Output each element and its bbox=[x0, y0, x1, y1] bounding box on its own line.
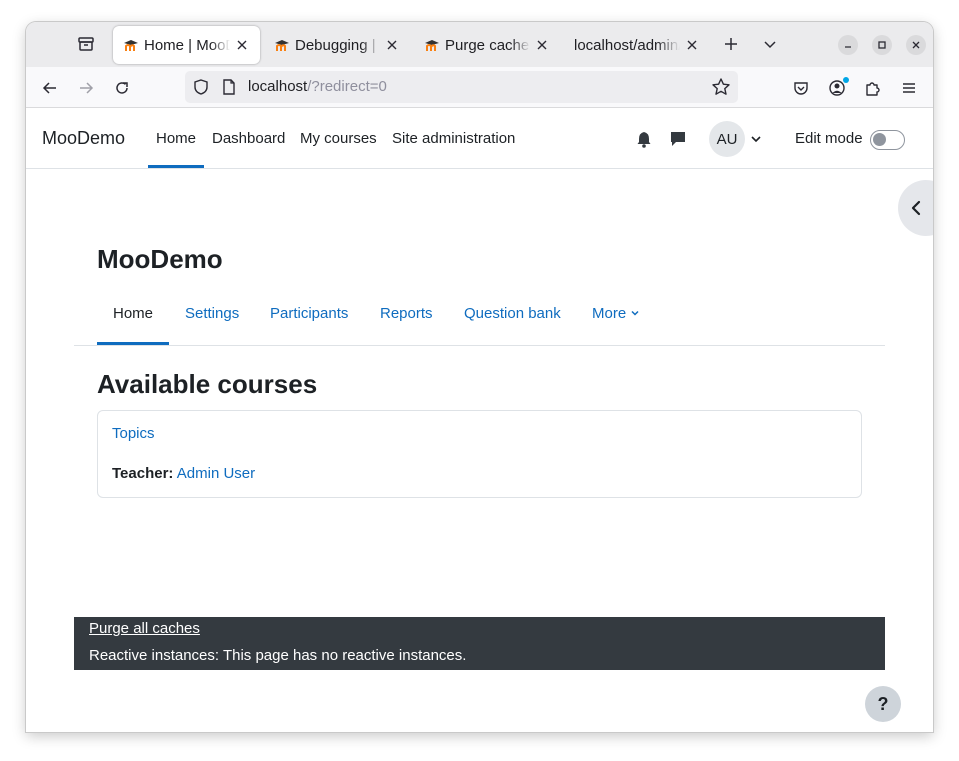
purge-all-caches-link[interactable]: Purge all caches bbox=[89, 620, 200, 637]
hamburger-menu-icon[interactable] bbox=[898, 77, 920, 99]
active-nav-indicator bbox=[148, 165, 204, 168]
teacher-label: Teacher: bbox=[112, 465, 174, 482]
notification-bell-icon[interactable] bbox=[635, 130, 653, 148]
url-path: /?redirect=0 bbox=[307, 78, 387, 95]
primary-nav-dashboard[interactable]: Dashboard bbox=[212, 130, 285, 147]
window-close-icon[interactable] bbox=[906, 35, 926, 55]
tab-overview-icon[interactable] bbox=[75, 33, 97, 55]
course-card: Topics Teacher: Admin User bbox=[97, 410, 862, 498]
reload-icon[interactable] bbox=[111, 77, 133, 99]
tab-purge-caches[interactable]: Purge caches bbox=[414, 26, 560, 64]
secondary-nav-divider bbox=[74, 345, 885, 346]
tab-home[interactable]: Home | MooDemo bbox=[113, 26, 260, 64]
shield-icon[interactable] bbox=[192, 78, 210, 96]
maximize-icon[interactable] bbox=[872, 35, 892, 55]
reactive-instances-text: Reactive instances: This page has no rea… bbox=[89, 647, 467, 664]
bookmark-star-icon[interactable] bbox=[711, 77, 731, 97]
teacher-info: Teacher: Admin User bbox=[112, 465, 255, 482]
open-block-drawer-button[interactable] bbox=[898, 180, 933, 236]
messages-chat-icon[interactable] bbox=[669, 130, 687, 148]
close-icon[interactable] bbox=[684, 37, 700, 53]
available-courses-heading: Available courses bbox=[97, 369, 318, 399]
tab-label: Purge caches bbox=[445, 36, 530, 54]
address-bar[interactable]: localhost/?redirect=0 bbox=[185, 71, 738, 103]
tab-label: localhost/admin/ bbox=[574, 36, 680, 54]
user-menu-chevron-down-icon[interactable] bbox=[750, 133, 762, 145]
chevron-left-icon bbox=[911, 200, 921, 216]
primary-nav-site-administration[interactable]: Site administration bbox=[392, 130, 515, 147]
more-label: More bbox=[592, 305, 627, 322]
primary-nav-home[interactable]: Home bbox=[156, 130, 196, 147]
close-icon[interactable] bbox=[384, 37, 400, 53]
edit-mode-toggle[interactable] bbox=[870, 130, 905, 150]
moodle-favicon-icon bbox=[425, 40, 439, 51]
secondary-nav-settings[interactable]: Settings bbox=[185, 305, 239, 322]
page-title: MooDemo bbox=[97, 244, 223, 274]
moodle-favicon-icon bbox=[275, 40, 289, 51]
user-initials: AU bbox=[716, 130, 738, 148]
user-avatar[interactable]: AU bbox=[709, 121, 745, 157]
new-tab-plus-icon[interactable] bbox=[720, 33, 742, 55]
teacher-name-link[interactable]: Admin User bbox=[177, 465, 255, 482]
debug-footer: Purge all caches Reactive instances: Thi… bbox=[74, 617, 885, 670]
tab-label: Home | MooDemo bbox=[144, 36, 230, 54]
account-notification-dot bbox=[843, 77, 849, 83]
url-text[interactable]: localhost/?redirect=0 bbox=[248, 78, 387, 95]
tab-admin[interactable]: localhost/admin/ bbox=[564, 26, 710, 64]
list-tabs-chevron-down-icon[interactable] bbox=[759, 33, 781, 55]
url-host: localhost bbox=[248, 78, 308, 95]
edit-mode-label: Edit mode bbox=[795, 130, 863, 147]
navigation-toolbar: localhost/?redirect=0 bbox=[26, 67, 933, 108]
tab-label: Debugging | MooDemo bbox=[295, 36, 380, 54]
secondary-nav-question-bank[interactable]: Question bank bbox=[464, 305, 561, 322]
toggle-knob bbox=[873, 133, 886, 146]
secondary-nav-more[interactable]: More bbox=[592, 305, 640, 322]
minimize-icon[interactable] bbox=[838, 35, 858, 55]
web-page: MooDemo Home Dashboard My courses Site a… bbox=[26, 108, 933, 732]
site-brand[interactable]: MooDemo bbox=[42, 128, 125, 149]
tab-strip: Home | MooDemo Debugging | MooDemo Purge… bbox=[26, 22, 933, 67]
extensions-puzzle-icon[interactable] bbox=[862, 77, 884, 99]
course-name-link[interactable]: Topics bbox=[112, 425, 155, 442]
browser-window: Home | MooDemo Debugging | MooDemo Purge… bbox=[26, 22, 933, 732]
back-arrow-icon[interactable] bbox=[39, 77, 61, 99]
help-button[interactable]: ? bbox=[865, 686, 901, 722]
secondary-nav-participants[interactable]: Participants bbox=[270, 305, 348, 322]
pocket-icon[interactable] bbox=[790, 77, 812, 99]
secondary-nav-home[interactable]: Home bbox=[113, 305, 153, 322]
primary-nav-my-courses[interactable]: My courses bbox=[300, 130, 377, 147]
close-icon[interactable] bbox=[534, 37, 550, 53]
secondary-nav-reports[interactable]: Reports bbox=[380, 305, 433, 322]
moodle-favicon-icon bbox=[124, 40, 138, 51]
help-label: ? bbox=[877, 693, 889, 714]
close-icon[interactable] bbox=[234, 37, 250, 53]
chevron-down-icon bbox=[631, 310, 639, 316]
forward-arrow-icon[interactable] bbox=[75, 77, 97, 99]
page-icon[interactable] bbox=[221, 78, 237, 96]
site-header: MooDemo Home Dashboard My courses Site a… bbox=[26, 108, 933, 169]
tab-debugging[interactable]: Debugging | MooDemo bbox=[264, 26, 410, 64]
